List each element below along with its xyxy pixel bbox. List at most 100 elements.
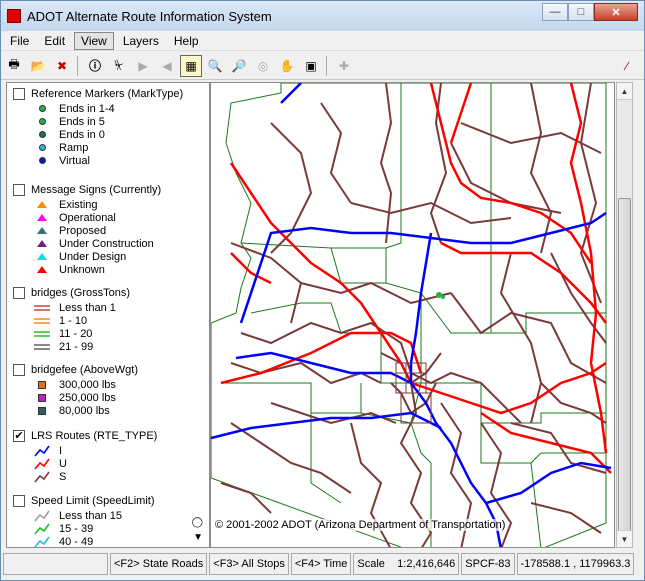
scroll-up-icon[interactable]: ◯ — [192, 517, 203, 528]
legend-entry-label: 300,000 lbs — [59, 378, 116, 391]
zoom-in-icon[interactable]: 🔍 — [204, 55, 226, 77]
layer-icon[interactable]: ▦ — [180, 54, 202, 77]
legend-entry: 80,000 lbs — [7, 404, 209, 417]
info-icon[interactable]: ⓘ — [84, 55, 106, 77]
state-roads-button[interactable]: <F2> State Roads — [110, 553, 208, 575]
legend-layer-name[interactable]: bridgefee (AboveWgt) — [31, 364, 138, 376]
legend-entry: Less than 1 — [7, 301, 209, 314]
legend-layer-header: Reference Markers (MarkType) — [7, 86, 209, 102]
layer-visibility-checkbox[interactable] — [13, 364, 25, 376]
menu-view[interactable]: View — [74, 31, 114, 50]
vertical-scrollbar[interactable]: ▲ ▼ — [616, 82, 633, 548]
layer-visibility-checkbox[interactable] — [13, 88, 25, 100]
legend-entry: Operational — [7, 211, 209, 224]
dline-symbol-icon — [33, 315, 51, 327]
legend-layer: bridgefee (AboveWgt) 300,000 lbs 250,000 l… — [7, 362, 209, 417]
legend-entry: Existing — [7, 198, 209, 211]
legend-entry-label: Ends in 0 — [59, 128, 105, 141]
zig-symbol-icon — [33, 536, 51, 547]
legend-entry-label: I — [59, 444, 63, 457]
zig-symbol-icon — [33, 471, 51, 483]
sq-symbol-icon — [33, 405, 51, 417]
menu-layers[interactable]: Layers — [117, 33, 165, 49]
legend-layer-name[interactable]: LRS Routes (RTE_TYPE) — [31, 430, 157, 442]
legend-layer: Reference Markers (MarkType) Ends in 1-4 E… — [7, 86, 209, 167]
legend-layer-name[interactable]: Speed Limit (SpeedLimit) — [31, 495, 155, 507]
legend-entry-label: Proposed — [59, 224, 107, 237]
menu-edit[interactable]: Edit — [38, 33, 71, 49]
legend-panel: Reference Markers (MarkType) Ends in 1-4 E… — [6, 82, 210, 548]
legend-layer-header: bridgefee (AboveWgt) — [7, 362, 209, 378]
scroll-thumb[interactable] — [618, 198, 631, 536]
zoom-center-icon[interactable]: ◎ — [252, 55, 274, 77]
layer-visibility-checkbox[interactable] — [13, 495, 25, 507]
close-button[interactable]: ✕ — [594, 3, 638, 21]
legend-entry-label: Existing — [59, 198, 98, 211]
all-stops-button[interactable]: <F3> All Stops — [209, 553, 289, 575]
zoom-extent-icon[interactable]: ▣ — [300, 55, 322, 77]
layer-visibility-checkbox[interactable] — [13, 184, 25, 196]
projection-readout: SPCF-83 — [461, 553, 515, 575]
dot-symbol-icon — [33, 155, 51, 167]
layer-visibility-checkbox[interactable]: ✔ — [13, 430, 25, 442]
scroll-up-arrow-icon[interactable]: ▲ — [617, 83, 632, 100]
status-bar: <F2> State Roads <F3> All Stops <F4> Tim… — [1, 550, 644, 578]
legend-entry: Unknown — [7, 263, 209, 276]
menu-help[interactable]: Help — [168, 33, 205, 49]
legend-entry-label: Ramp — [59, 141, 89, 154]
layer-visibility-checkbox[interactable] — [13, 287, 25, 299]
dot-symbol-icon — [33, 142, 51, 154]
sq-symbol-icon — [33, 379, 51, 391]
legend-entry-label: 80,000 lbs — [59, 404, 110, 417]
export-icon[interactable]: ⏧ — [108, 55, 130, 77]
legend-entry: Virtual — [7, 154, 209, 167]
legend-entry: Under Construction — [7, 237, 209, 250]
legend-entry-label: Virtual — [59, 154, 90, 167]
scale-readout: Scale 1:2,416,646 — [353, 553, 460, 575]
copyright-text: © 2001-2002 ADOT (Arizona Department of … — [215, 519, 506, 531]
maximize-button[interactable]: □ — [568, 3, 594, 21]
measure-icon[interactable]: ✚ — [333, 55, 355, 77]
forward-icon[interactable]: ▶ — [132, 55, 154, 77]
legend-entry: Less than 15 — [7, 509, 209, 522]
time-button[interactable]: <F4> Time — [290, 553, 352, 575]
erase-icon[interactable]: ✖ — [51, 55, 73, 77]
pan-icon[interactable]: ✋ — [276, 55, 298, 77]
dot-symbol-icon — [33, 103, 51, 115]
legend-entry-label: Operational — [59, 211, 116, 224]
menu-file[interactable]: File — [4, 33, 35, 49]
scroll-down-arrow-icon[interactable]: ▼ — [617, 530, 632, 547]
open-icon[interactable]: 📂 — [27, 55, 49, 77]
map-canvas[interactable]: © 2001-2002 ADOT (Arizona Department of … — [210, 82, 615, 548]
legend-layer-name[interactable]: bridges (GrossTons) — [31, 287, 130, 299]
zig-symbol-icon — [33, 510, 51, 522]
legend-entry: Ramp — [7, 141, 209, 154]
refresh-icon[interactable]: ∕ — [616, 55, 638, 77]
toolbar-separator — [77, 55, 78, 76]
legend-layer-header: bridges (GrossTons) — [7, 285, 209, 301]
back-icon[interactable]: ◀ — [156, 55, 178, 77]
tri-symbol-icon — [33, 225, 51, 237]
legend-layer-header: Message Signs (Currently) — [7, 182, 209, 198]
legend-entry-label: Less than 1 — [59, 301, 116, 314]
minimize-button[interactable]: — — [542, 3, 568, 21]
app-icon — [7, 9, 21, 23]
legend-layer-name[interactable]: Reference Markers (MarkType) — [31, 88, 183, 100]
legend-entry-label: U — [59, 457, 67, 470]
legend-entry-label: Less than 15 — [59, 509, 122, 522]
zig-symbol-icon — [33, 523, 51, 535]
dline-symbol-icon — [33, 328, 51, 340]
legend-entry: S — [7, 470, 209, 483]
map-svg[interactable] — [211, 83, 615, 548]
scroll-down-icon[interactable]: ▼ — [193, 532, 203, 543]
legend-entry-label: 250,000 lbs — [59, 391, 116, 404]
legend-entry: Ends in 0 — [7, 128, 209, 141]
tri-symbol-icon — [33, 251, 51, 263]
legend-layer-name[interactable]: Message Signs (Currently) — [31, 184, 161, 196]
tri-symbol-icon — [33, 199, 51, 211]
legend-entry: 40 - 49 — [7, 535, 209, 547]
print-icon[interactable]: 🖶 — [3, 55, 25, 77]
legend-entry: Ends in 5 — [7, 115, 209, 128]
state-boundary — [211, 83, 607, 547]
zoom-out-icon[interactable]: 🔎 — [228, 55, 250, 77]
